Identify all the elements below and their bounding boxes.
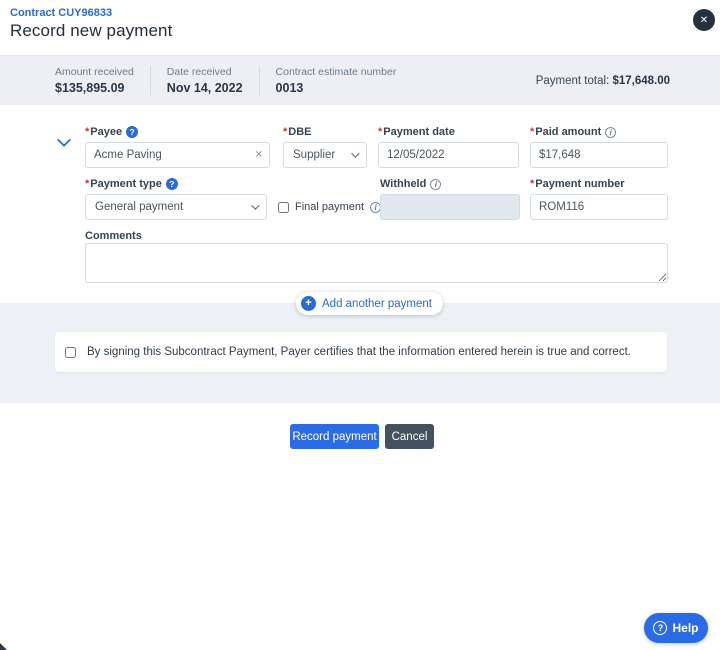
payment-total-value: $17,648.00 <box>612 74 670 87</box>
close-icon: ✕ <box>699 14 709 26</box>
comments-label: Comments <box>85 230 142 242</box>
help-question-icon: ? <box>653 621 668 635</box>
paid-amount-info-icon[interactable]: i <box>605 126 617 138</box>
stat-label: Date received <box>166 66 232 78</box>
certification-card: By signing this Subcontract Payment, Pay… <box>55 332 667 372</box>
comments-textarea[interactable] <box>85 243 668 283</box>
payee-field-wrap: ✕ <box>85 142 270 168</box>
payee-label: *Payee ? <box>85 126 139 138</box>
payee-help-icon[interactable]: ? <box>126 126 139 138</box>
stat-value: 0013 <box>275 81 304 95</box>
final-payment-checkbox-row: Final payment i <box>278 194 382 220</box>
payment-total-label: Payment total: <box>535 74 610 87</box>
stat-value: $135,895.09 <box>55 81 125 95</box>
payee-clear-icon[interactable]: ✕ <box>255 150 263 161</box>
cancel-button[interactable]: Cancel <box>385 424 434 449</box>
chevron-down-icon <box>351 149 360 158</box>
final-payment-checkbox[interactable] <box>278 201 289 213</box>
dbe-label: *DBE <box>283 126 312 138</box>
required-asterisk: * <box>283 126 288 138</box>
payment-date-label: *Payment date <box>378 126 455 138</box>
withheld-label: Withheld i <box>380 178 442 190</box>
required-asterisk: * <box>530 178 535 190</box>
paid-amount-label: *Paid amount i <box>530 126 617 138</box>
page-title: Record new payment <box>10 21 173 40</box>
payment-date-input[interactable] <box>378 142 519 168</box>
contract-summary-bar: Amount received $135,895.09 Date receive… <box>0 55 720 105</box>
payment-type-select[interactable]: General payment <box>85 194 267 220</box>
stat-amount-received: Amount received $135,895.09 <box>55 66 150 95</box>
contract-breadcrumb-link[interactable]: Contract CUY96833 <box>10 7 112 19</box>
add-another-payment-button[interactable]: + Add another payment <box>296 292 443 315</box>
chevron-down-icon <box>251 201 260 210</box>
dbe-selected-value: Supplier <box>293 149 336 161</box>
plus-icon: + <box>301 296 316 311</box>
summary-stats: Amount received $135,895.09 Date receive… <box>55 56 412 105</box>
help-button[interactable]: ? Help <box>644 613 708 643</box>
close-button[interactable]: ✕ <box>693 9 715 31</box>
payment-type-label: *Payment type ? <box>85 178 178 190</box>
payment-number-input[interactable] <box>530 194 668 220</box>
collapse-payment-chevron-icon[interactable] <box>59 135 69 145</box>
payment-type-selected-value: General payment <box>95 201 184 213</box>
help-label: Help <box>672 621 699 635</box>
dbe-select[interactable]: Supplier <box>283 142 367 168</box>
withheld-input <box>380 194 520 220</box>
certification-section: By signing this Subcontract Payment, Pay… <box>0 303 720 403</box>
final-payment-label: Final payment <box>295 201 365 213</box>
required-asterisk: * <box>530 126 535 138</box>
stat-contract-estimate-number: Contract estimate number 0013 <box>258 66 413 95</box>
payment-number-label: *Payment number <box>530 178 625 190</box>
withheld-info-icon[interactable]: i <box>430 178 442 190</box>
record-payment-button[interactable]: Record payment <box>290 424 379 449</box>
stat-value: Nov 14, 2022 <box>166 81 243 95</box>
payee-input[interactable] <box>85 142 270 168</box>
required-asterisk: * <box>378 126 383 138</box>
payment-total: Payment total: $17,648.00 <box>536 75 670 87</box>
certification-checkbox[interactable] <box>65 346 76 358</box>
add-another-payment-label: Add another payment <box>322 297 432 310</box>
payment-type-help-icon[interactable]: ? <box>165 178 178 190</box>
stat-label: Amount received <box>55 66 134 78</box>
paid-amount-input[interactable] <box>530 142 668 168</box>
required-asterisk: * <box>85 178 90 190</box>
required-asterisk: * <box>85 126 90 138</box>
modal-header: Contract CUY96833 Record new payment ✕ <box>0 0 720 55</box>
certification-text: By signing this Subcontract Payment, Pay… <box>87 346 631 358</box>
stat-date-received: Date received Nov 14, 2022 <box>149 66 259 95</box>
stat-label: Contract estimate number <box>275 66 397 78</box>
corner-cursor-artifact <box>0 643 7 650</box>
